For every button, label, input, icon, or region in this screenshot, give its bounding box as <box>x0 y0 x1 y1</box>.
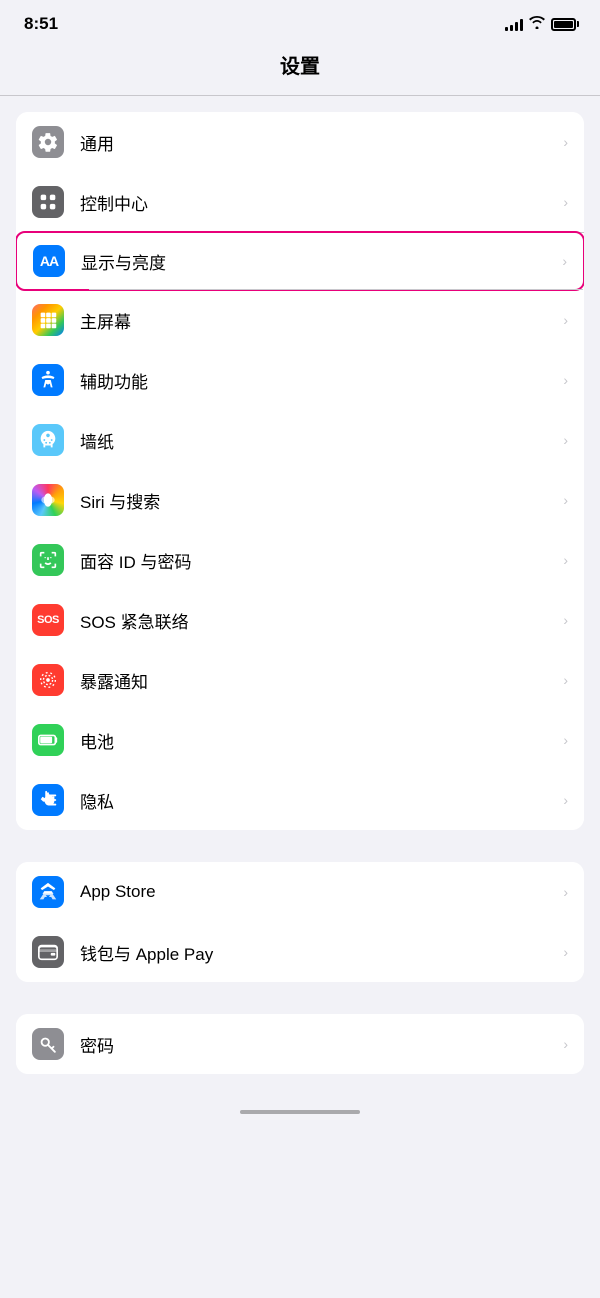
status-icons <box>505 16 576 32</box>
top-divider <box>0 95 600 96</box>
chevron-icon: › <box>563 792 568 808</box>
general-label: 通用 <box>80 130 555 155</box>
exposure-icon <box>32 664 64 696</box>
chevron-icon: › <box>563 194 568 210</box>
accessibility-label: 辅助功能 <box>80 368 555 393</box>
wallpaper-label: 墙纸 <box>80 428 555 453</box>
wallpaper-icon <box>32 424 64 456</box>
home-indicator <box>0 1090 600 1134</box>
chevron-icon: › <box>563 432 568 448</box>
settings-item-exposure[interactable]: 暴露通知 › <box>16 650 584 710</box>
passwords-label: 密码 <box>80 1032 555 1057</box>
chevron-icon: › <box>563 612 568 628</box>
settings-item-control-center[interactable]: 控制中心 › <box>16 172 584 232</box>
home-screen-icon <box>32 304 64 336</box>
settings-item-face-id[interactable]: 面容 ID 与密码 › <box>16 530 584 590</box>
chevron-icon: › <box>563 672 568 688</box>
signal-icon <box>505 18 523 31</box>
chevron-icon: › <box>562 253 567 269</box>
siri-icon <box>32 484 64 516</box>
settings-item-home-screen[interactable]: 主屏幕 › <box>16 290 584 350</box>
settings-item-display[interactable]: AA 显示与亮度 › <box>16 231 584 291</box>
chevron-icon: › <box>563 372 568 388</box>
wallet-label: 钱包与 Apple Pay <box>80 940 555 965</box>
accessibility-icon <box>32 364 64 396</box>
settings-item-siri[interactable]: Siri 与搜索 › <box>16 470 584 530</box>
control-center-label: 控制中心 <box>80 190 555 215</box>
settings-item-accessibility[interactable]: 辅助功能 › <box>16 350 584 410</box>
display-icon: AA <box>33 245 65 277</box>
app-store-label: App Store <box>80 882 555 902</box>
settings-item-wallet[interactable]: 钱包与 Apple Pay › <box>16 922 584 982</box>
settings-item-passwords[interactable]: 密码 › <box>16 1014 584 1074</box>
settings-group-1: 通用 › 控制中心 › AA 显示与亮度 › <box>16 112 584 830</box>
chevron-icon: › <box>563 884 568 900</box>
display-label: 显示与亮度 <box>81 249 554 274</box>
chevron-icon: › <box>563 944 568 960</box>
control-center-icon <box>32 186 64 218</box>
face-id-label: 面容 ID 与密码 <box>80 548 555 573</box>
face-id-icon <box>32 544 64 576</box>
page-title: 设置 <box>0 42 600 95</box>
settings-item-privacy[interactable]: 隐私 › <box>16 770 584 830</box>
settings-group-2: App Store › 钱包与 Apple Pay › <box>16 862 584 982</box>
privacy-icon <box>32 784 64 816</box>
chevron-icon: › <box>563 134 568 150</box>
siri-label: Siri 与搜索 <box>80 488 555 513</box>
settings-group-3: 密码 › <box>16 1014 584 1074</box>
app-store-icon <box>32 876 64 908</box>
sos-icon: SOS <box>32 604 64 636</box>
settings-item-wallpaper[interactable]: 墙纸 › <box>16 410 584 470</box>
battery-label: 电池 <box>80 728 555 753</box>
settings-item-sos[interactable]: SOS SOS 紧急联络 › <box>16 590 584 650</box>
chevron-icon: › <box>563 732 568 748</box>
gear-icon <box>32 126 64 158</box>
privacy-label: 隐私 <box>80 788 555 813</box>
settings-item-battery[interactable]: 电池 › <box>16 710 584 770</box>
battery-settings-icon <box>32 724 64 756</box>
chevron-icon: › <box>563 1036 568 1052</box>
chevron-icon: › <box>563 492 568 508</box>
settings-item-app-store[interactable]: App Store › <box>16 862 584 922</box>
battery-icon <box>551 18 576 31</box>
chevron-icon: › <box>563 312 568 328</box>
settings-item-general[interactable]: 通用 › <box>16 112 584 172</box>
chevron-icon: › <box>563 552 568 568</box>
key-icon <box>32 1028 64 1060</box>
home-bar <box>240 1110 360 1114</box>
status-bar: 8:51 <box>0 0 600 42</box>
status-time: 8:51 <box>24 14 58 34</box>
wifi-icon <box>529 16 545 32</box>
wallet-icon <box>32 936 64 968</box>
sos-label: SOS 紧急联络 <box>80 608 555 633</box>
exposure-label: 暴露通知 <box>80 668 555 693</box>
home-screen-label: 主屏幕 <box>80 308 555 333</box>
